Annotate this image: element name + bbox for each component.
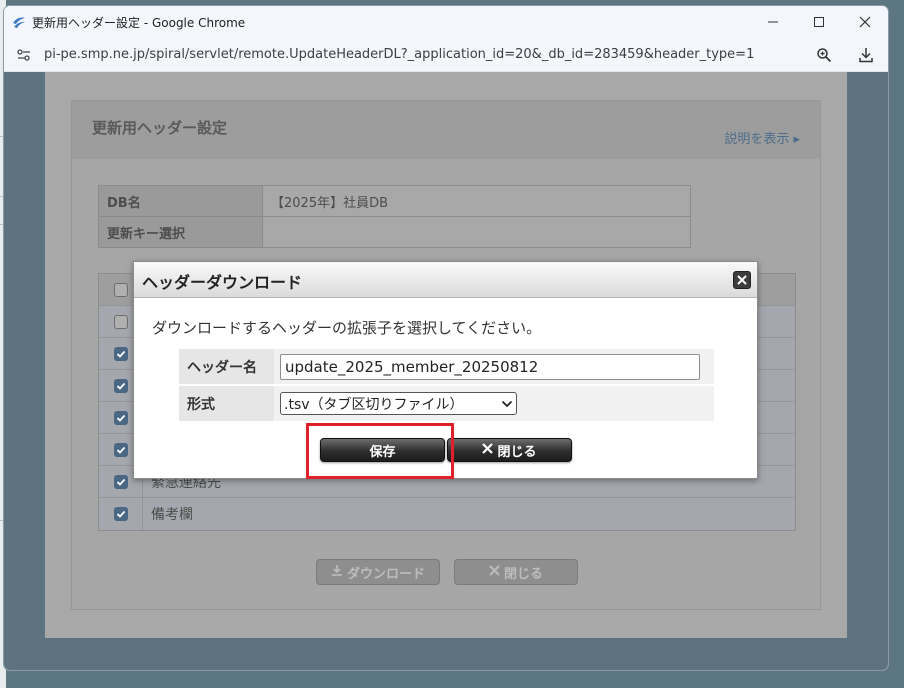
dialog-title: ヘッダーダウンロード (142, 273, 303, 292)
dialog-close-button[interactable]: 閉じる (447, 438, 572, 462)
minimize-icon[interactable] (750, 6, 796, 38)
db-name-label: DB名 (98, 185, 263, 217)
app-logo-icon (10, 13, 28, 31)
close-icon (489, 564, 500, 580)
header-download-dialog: ヘッダーダウンロード ダウンロードするヘッダーの拡張子を選択してください。 ヘッ… (133, 261, 758, 479)
save-button-label: 保存 (369, 444, 396, 460)
dialog-close-icon[interactable] (733, 271, 751, 289)
address-bar: pi-pe.smp.ne.jp/spiral/servlet/remote.Up… (4, 38, 888, 72)
dialog-form-table: ヘッダー名 形式 .tsv（タブ区切りファイル） (179, 347, 714, 423)
header-name-label: ヘッダー名 (179, 349, 274, 384)
page-close-button-label: 閉じる (503, 566, 543, 582)
format-select-value: .tsv（タブ区切りファイル） (284, 396, 464, 413)
chevron-down-icon (501, 396, 513, 412)
page-content: 更新用ヘッダー設定 説明を表示 ▸ DB名 【2025年】社員DB 更新キー選択 (4, 72, 888, 670)
dialog-header: ヘッダーダウンロード (134, 262, 757, 298)
field-checkbox[interactable] (113, 507, 128, 521)
download-button[interactable]: ダウンロード (316, 559, 440, 585)
field-checkbox[interactable] (113, 442, 128, 457)
page-title: 更新用ヘッダー設定 (92, 119, 228, 137)
field-checkbox[interactable] (113, 474, 128, 489)
maximize-icon[interactable] (796, 6, 842, 38)
field-checkbox[interactable] (113, 346, 128, 361)
db-info-table: DB名 【2025年】社員DB 更新キー選択 (98, 185, 691, 248)
download-button-label: ダウンロード (346, 566, 425, 582)
field-checkbox[interactable] (113, 314, 128, 329)
save-button[interactable]: 保存 (320, 438, 445, 462)
download-icon[interactable] (852, 41, 880, 69)
field-checkbox[interactable] (113, 410, 128, 425)
field-row: 備考欄 (99, 498, 795, 530)
db-name-row: DB名 【2025年】社員DB (98, 185, 691, 217)
url-text[interactable]: pi-pe.smp.ne.jp/spiral/servlet/remote.Up… (44, 47, 754, 62)
field-label: 備考欄 (151, 507, 193, 523)
db-name-value: 【2025年】社員DB (262, 185, 691, 217)
update-key-value[interactable] (262, 216, 691, 248)
format-select[interactable]: .tsv（タブ区切りファイル） (280, 392, 517, 415)
site-info-icon[interactable] (12, 48, 36, 62)
close-icon (482, 442, 494, 458)
update-key-label: 更新キー選択 (98, 216, 263, 248)
title-bar: 更新用ヘッダー設定 - Google Chrome (4, 6, 888, 38)
header-name-input[interactable] (280, 353, 700, 380)
field-checkbox[interactable] (113, 378, 128, 393)
download-icon (331, 564, 343, 580)
zoom-icon[interactable] (810, 41, 838, 69)
page-close-button[interactable]: 閉じる (454, 559, 578, 585)
dialog-close-button-label: 閉じる (497, 444, 537, 460)
window-title: 更新用ヘッダー設定 - Google Chrome (32, 15, 246, 30)
select-all-checkbox[interactable] (113, 282, 128, 297)
update-key-row: 更新キー選択 (98, 216, 691, 248)
show-help-link[interactable]: 説明を表示 ▸ (724, 128, 800, 147)
close-window-icon[interactable] (842, 6, 888, 38)
browser-window: 更新用ヘッダー設定 - Google Chrome pi-pe.smp.ne.j… (4, 6, 888, 670)
dialog-message: ダウンロードするヘッダーの拡張子を選択してください。 (152, 319, 542, 337)
format-label: 形式 (179, 386, 274, 421)
